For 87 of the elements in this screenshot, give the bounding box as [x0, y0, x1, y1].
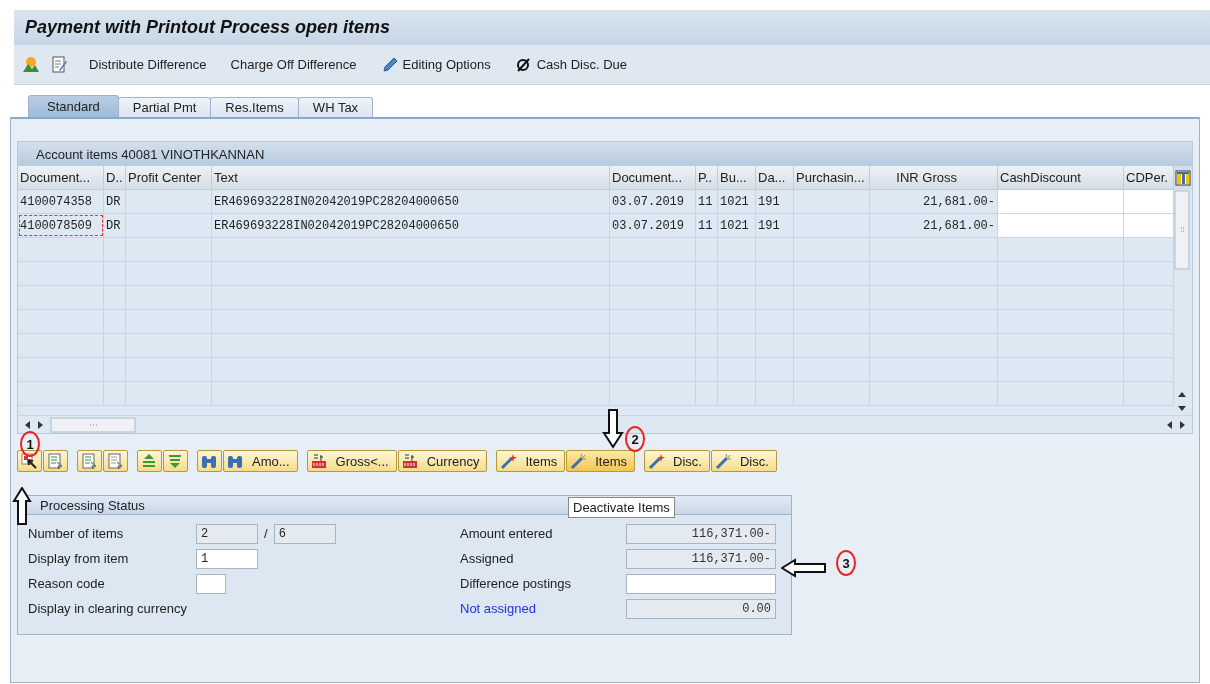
magic-wand-icon	[714, 452, 732, 470]
table-cell: 1021	[718, 214, 756, 237]
field-label: Assigned	[460, 551, 515, 566]
table-cell: 191	[756, 214, 794, 237]
field-label: Reason code	[28, 576, 106, 591]
tooltip: Deactivate Items	[568, 497, 675, 518]
column-header[interactable]: Da...	[756, 166, 794, 189]
table-cell: DR	[104, 190, 126, 213]
input-field[interactable]	[998, 214, 1124, 237]
table-cell: ER469693228IN02042019PC28204000650	[212, 190, 610, 213]
table-cell: 03.07.2019	[610, 214, 696, 237]
toolbar-button[interactable]: Amo...	[223, 450, 298, 472]
field-label: Not assigned	[460, 601, 537, 616]
field-label: Display in clearing currency	[28, 601, 188, 616]
field-label: Number of items	[28, 526, 125, 541]
toolbar-button[interactable]: Disc.	[644, 450, 710, 472]
column-header[interactable]: INR Gross	[870, 166, 998, 189]
tab[interactable]: Standard	[28, 95, 119, 117]
toolbar-button[interactable]: Items	[496, 450, 566, 472]
arrow-icon	[602, 409, 624, 449]
arrow-icon	[781, 558, 827, 578]
input-field[interactable]	[196, 573, 226, 594]
column-header[interactable]: Profit Center	[126, 166, 212, 189]
table-cell: DR	[104, 214, 126, 237]
magic-wand-icon	[648, 452, 666, 470]
callout-number: 1	[20, 431, 40, 457]
table-cell: 4100074358	[18, 190, 104, 213]
column-header[interactable]: Document...	[610, 166, 696, 189]
table-cell: ER469693228IN02042019PC28204000650	[212, 214, 610, 237]
input-field[interactable]	[626, 573, 776, 594]
table-cell: 11	[696, 214, 718, 237]
column-settings-icon[interactable]	[1175, 170, 1191, 186]
window-title: Payment with Printout Process open items	[25, 17, 391, 38]
toolbar-button[interactable]: Currency	[397, 450, 488, 472]
tab[interactable]: Res.Items	[210, 97, 299, 117]
callout-number: 2	[625, 426, 645, 452]
toolbar-button[interactable]: Disc.	[710, 450, 777, 472]
page-icon	[107, 452, 124, 470]
scrollbar-thumb[interactable]	[1174, 190, 1190, 270]
field-label: Amount entered	[460, 526, 554, 541]
field-label: Difference postings	[460, 576, 573, 591]
table-cell: 191	[756, 190, 794, 213]
toolbar-button[interactable]: Distribute Difference	[86, 55, 210, 74]
table-cell: 11	[696, 190, 718, 213]
column-header[interactable]: Document...	[18, 166, 104, 189]
sort-icon	[141, 452, 158, 470]
edit-icon[interactable]	[50, 55, 68, 74]
input-field: 6	[273, 523, 336, 544]
table-cell: 1021	[718, 190, 756, 213]
column-header[interactable]: Bu...	[718, 166, 756, 189]
input-field[interactable]	[1124, 190, 1174, 213]
toolbar-button[interactable]: Gross<...	[306, 450, 397, 472]
toolbar-button[interactable]: Cash Disc. Due	[511, 53, 630, 76]
tab[interactable]: WH Tax	[297, 97, 374, 117]
scrollbar-thumb[interactable]	[50, 416, 136, 433]
table-title: Account items 40081 VINOTHKANNAN	[18, 142, 1192, 166]
toolbar-button[interactable]: Items	[566, 450, 636, 472]
input-field: 116,371.00-	[626, 523, 776, 544]
input-field: 2	[196, 523, 258, 544]
toolbar-button[interactable]: Charge Off Difference	[227, 55, 360, 74]
input-field: 116,371.00-	[626, 548, 776, 569]
tab[interactable]: Partial Pmt	[117, 97, 212, 117]
column-header[interactable]: D..	[104, 166, 126, 189]
icon-button[interactable]	[17, 450, 42, 472]
column-header[interactable]: CashDiscount	[998, 166, 1124, 189]
column-header[interactable]: Purchasin...	[794, 166, 870, 189]
field-label: Display from item	[28, 551, 130, 566]
input-field[interactable]: 1	[196, 548, 258, 569]
landscape-icon[interactable]	[22, 55, 40, 74]
separator-text: /	[264, 526, 268, 541]
input-field[interactable]	[1124, 214, 1174, 237]
magic-wand-icon	[570, 452, 588, 470]
page-icon	[81, 452, 98, 470]
table-cell: 4100078509	[18, 214, 104, 237]
column-header[interactable]: P..	[696, 166, 718, 189]
magic-wand-icon	[500, 452, 518, 470]
page-icon	[47, 452, 64, 470]
sort-icon	[167, 452, 184, 470]
table-cell: 03.07.2019	[610, 190, 696, 213]
callout-number: 3	[836, 550, 856, 576]
toolbar-button[interactable]: Editing Options	[377, 53, 494, 76]
arrow-icon	[12, 487, 32, 525]
input-field[interactable]	[998, 190, 1124, 213]
pointer-icon	[21, 452, 38, 470]
column-header[interactable]: Text	[212, 166, 610, 189]
input-field: 0.00	[626, 598, 776, 619]
pencil-icon	[380, 55, 399, 74]
